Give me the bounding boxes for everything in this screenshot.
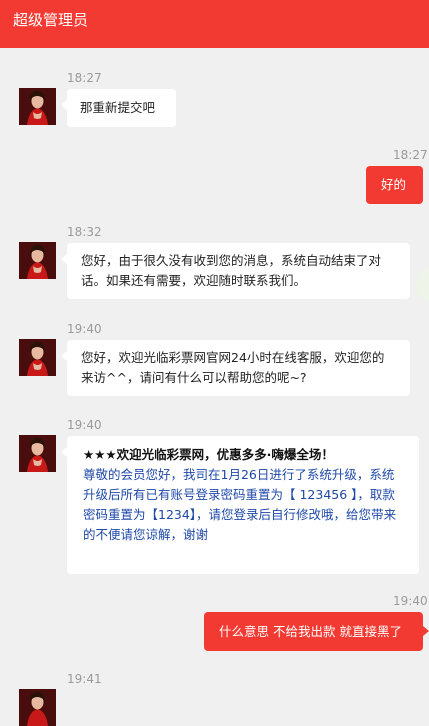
message-timestamp: 19:40 bbox=[67, 322, 102, 336]
chat-title: 超级管理员 bbox=[13, 11, 89, 29]
message-text: 什么意思 不给我出款 就直接黑了 bbox=[219, 624, 402, 639]
agent-avatar[interactable] bbox=[19, 339, 56, 376]
message-timestamp: 18:27 bbox=[393, 148, 428, 162]
agent-avatar[interactable] bbox=[19, 242, 56, 279]
message-bubble: 您好，欢迎光临彩票网官网24小时在线客服，欢迎您的来访^^，请问有什么可以帮助您… bbox=[67, 340, 410, 396]
header-bar: 超级管理员 bbox=[0, 0, 429, 48]
message-bubble: 您好，由于很久没有收到您的消息，系统自动结束了对话。如果还有需要，欢迎随时联系我… bbox=[67, 243, 410, 299]
bubble-pointer bbox=[423, 626, 429, 636]
agent-avatar[interactable] bbox=[19, 88, 56, 125]
message-text: 您好，由于很久没有收到您的消息，系统自动结束了对话。如果还有需要，欢迎随时联系我… bbox=[81, 253, 382, 288]
message-bubble: 好的 bbox=[366, 166, 423, 204]
message-bubble: 那重新提交吧 bbox=[67, 89, 176, 127]
message-timestamp: 19:40 bbox=[393, 594, 428, 608]
notice-title: ★★★欢迎光临彩票网，优惠多多·嗨爆全场！ bbox=[83, 447, 334, 462]
floating-assist-button[interactable] bbox=[416, 270, 429, 300]
notice-bubble: ★★★欢迎光临彩票网，优惠多多·嗨爆全场！ 尊敬的会员您好，我司在1月26日进行… bbox=[67, 436, 419, 574]
message-timestamp: 18:32 bbox=[67, 225, 102, 239]
notice-body: 尊敬的会员您好，我司在1月26日进行了系统升级，系统升级后所有已有账号登录密码重… bbox=[83, 467, 397, 542]
message-timestamp: 19:40 bbox=[67, 418, 102, 432]
message-bubble: 什么意思 不给我出款 就直接黑了 bbox=[204, 612, 423, 651]
message-text: 好的 bbox=[381, 177, 407, 192]
message-timestamp: 18:27 bbox=[67, 71, 102, 85]
agent-avatar[interactable] bbox=[19, 689, 56, 726]
message-timestamp: 19:41 bbox=[67, 672, 102, 686]
message-text: 那重新提交吧 bbox=[80, 100, 156, 115]
message-text: 您好，欢迎光临彩票网官网24小时在线客服，欢迎您的来访^^，请问有什么可以帮助您… bbox=[81, 350, 385, 385]
agent-avatar[interactable] bbox=[19, 435, 56, 472]
